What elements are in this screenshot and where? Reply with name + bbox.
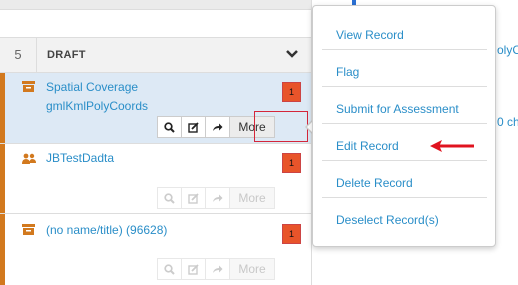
share-arrow-icon [205, 187, 230, 209]
count-badge: 1 [282, 153, 301, 173]
more-dropdown-menu: View Record Flag Submit for Assessment E… [312, 5, 496, 247]
right-panel-text: 0 ch [497, 115, 518, 129]
record-status-stripe [0, 73, 5, 143]
edit-icon [181, 258, 206, 280]
archive-icon [22, 224, 36, 236]
menu-item-delete-record[interactable]: Delete Record [322, 168, 487, 198]
record-row[interactable]: (no name/title) (96628) 1 More [0, 214, 311, 285]
more-button: More [229, 258, 275, 280]
record-row[interactable]: JBTestDadta 1 More [0, 144, 311, 214]
share-arrow-icon [205, 258, 230, 280]
top-strip [0, 0, 311, 10]
annotation-arrow-icon [430, 140, 474, 152]
column-title: DRAFT [47, 49, 86, 61]
menu-item-flag[interactable]: Flag [322, 57, 487, 87]
records-panel: 5 DRAFT Spatial Coverage gmlKmlPolyCoord… [0, 0, 311, 285]
right-panel-text[interactable]: olyC [497, 43, 518, 57]
count-badge: 1 [282, 224, 301, 244]
more-button-highlight [254, 111, 308, 142]
edit-icon [181, 187, 206, 209]
list-header: 5 DRAFT [0, 37, 311, 73]
column-number: 5 [0, 38, 37, 72]
record-subtitle[interactable]: gmlKmlPolyCoords [46, 98, 148, 115]
edit-icon[interactable] [181, 116, 206, 138]
users-icon [22, 153, 36, 165]
search-icon [157, 187, 182, 209]
search-icon[interactable] [157, 116, 182, 138]
record-actions: More [157, 258, 275, 280]
record-status-stripe [0, 214, 5, 285]
search-icon [157, 258, 182, 280]
record-actions: More [157, 187, 275, 209]
menu-item-deselect-records[interactable]: Deselect Record(s) [322, 205, 487, 235]
record-status-stripe [0, 144, 5, 213]
archive-icon [22, 81, 36, 93]
menu-item-submit-for-assessment[interactable]: Submit for Assessment [322, 94, 487, 124]
menu-item-view-record[interactable]: View Record [322, 20, 487, 50]
record-title[interactable]: (no name/title) (96628) [46, 222, 167, 239]
share-arrow-icon[interactable] [205, 116, 230, 138]
count-badge: 1 [282, 82, 301, 102]
record-title[interactable]: JBTestDadta [46, 150, 114, 167]
record-title[interactable]: Spatial Coverage [46, 79, 138, 96]
more-button: More [229, 187, 275, 209]
chevron-down-icon[interactable] [286, 38, 298, 72]
